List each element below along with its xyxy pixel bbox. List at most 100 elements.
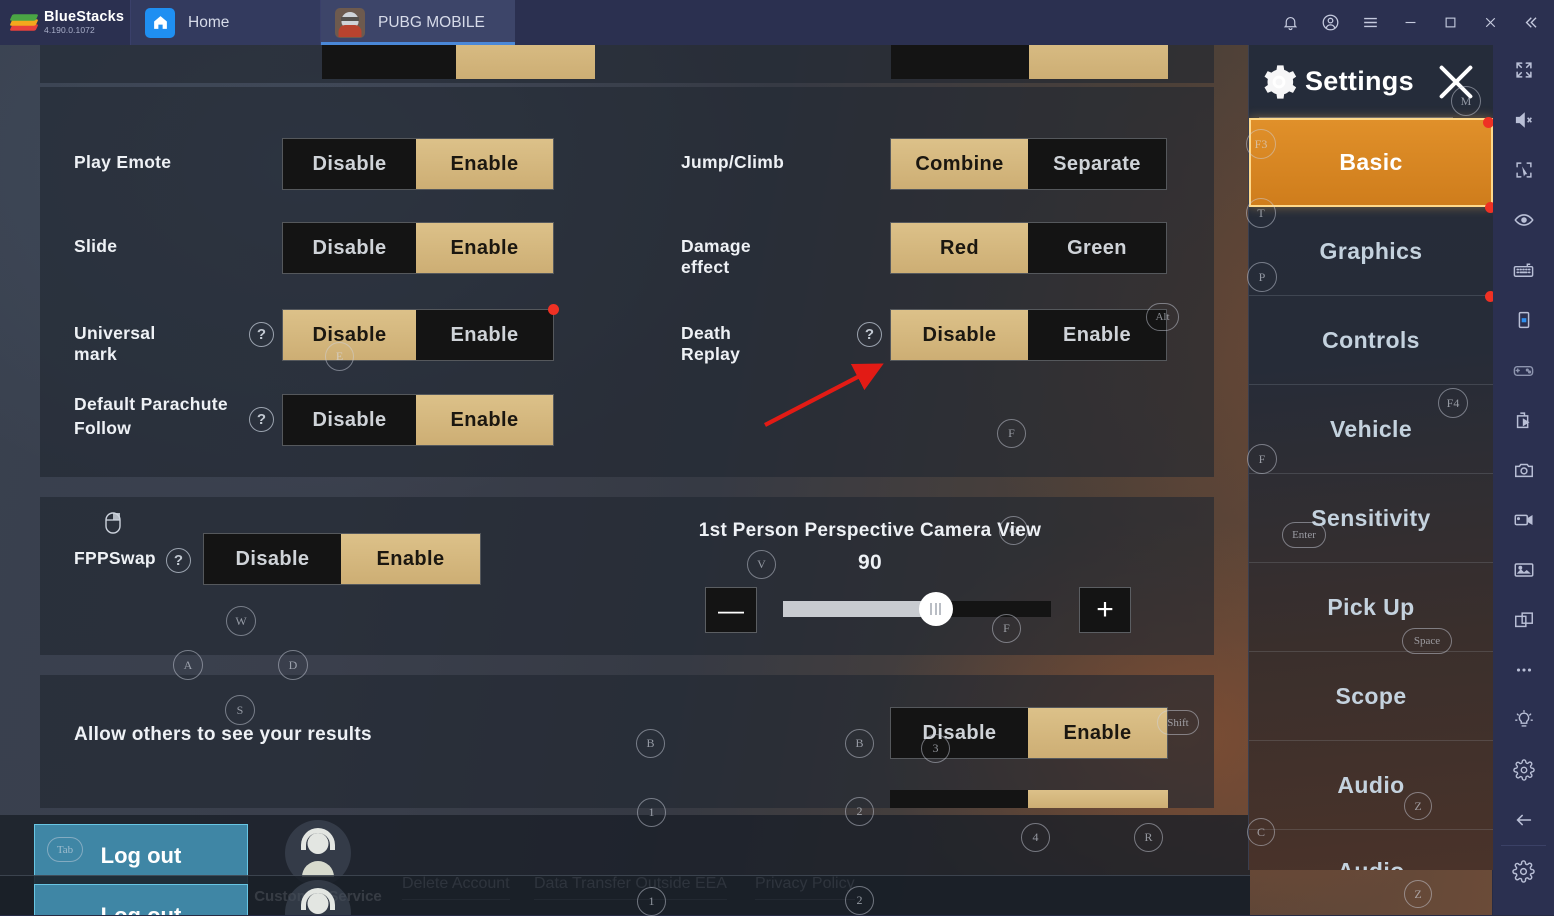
settings-menu-item-sensitivity[interactable]: Sensitivity <box>1249 474 1493 563</box>
settings-menu-item-vehicle[interactable]: Vehicle <box>1249 385 1493 474</box>
help-icon[interactable]: ? <box>857 322 882 347</box>
option-enable[interactable]: Enable <box>416 139 553 189</box>
help-icon[interactable]: ? <box>166 548 191 573</box>
bluestacks-brand: BlueStacks 4.190.0.1072 <box>0 0 130 45</box>
back-arrow-icon[interactable] <box>1493 795 1554 845</box>
screenshot-icon[interactable] <box>1493 445 1554 495</box>
settings-header: Settings <box>1249 45 1493 118</box>
option-enable[interactable]: Enable <box>416 223 553 273</box>
option-disable[interactable]: Disable <box>283 310 417 360</box>
bottom-bar-torn-duplicate: Log out <box>0 875 1250 915</box>
titlebar-spacer <box>515 0 1270 45</box>
gear-icon <box>1264 64 1297 99</box>
collapse-sidebar-button[interactable] <box>1510 0 1550 45</box>
gamepad-icon[interactable] <box>1493 345 1554 395</box>
toggle-cut-left[interactable] <box>322 45 595 79</box>
settings-menu-item-label: Scope <box>1335 682 1407 709</box>
tab-home[interactable]: Home <box>130 0 320 45</box>
settings-menu-item-scope[interactable]: Scope <box>1249 652 1493 741</box>
toggle-universal-mark[interactable]: Disable Enable <box>282 309 554 361</box>
macro-play-icon[interactable] <box>1493 395 1554 445</box>
help-icon[interactable]: ? <box>249 322 274 347</box>
maximize-button[interactable] <box>1430 0 1470 45</box>
settings-panel-top-cut <box>40 45 1214 83</box>
slider-knob[interactable] <box>918 592 953 626</box>
menu-icon[interactable] <box>1350 0 1390 45</box>
more-icon[interactable] <box>1493 645 1554 695</box>
bluestacks-logo-icon <box>9 11 39 35</box>
toggle-cut-right[interactable] <box>891 45 1168 79</box>
toggle-play-emote[interactable]: Disable Enable <box>282 138 554 190</box>
mouse-icon <box>105 512 121 534</box>
option-disable[interactable]: Disable <box>283 139 417 189</box>
option-combine[interactable]: Combine <box>891 139 1028 189</box>
multi-instance-icon[interactable] <box>1493 595 1554 645</box>
camera-decrease-button[interactable]: — <box>705 587 757 633</box>
toggle-jump-climb[interactable]: Combine Separate <box>890 138 1167 190</box>
option-enable[interactable]: Enable <box>1028 708 1167 758</box>
account-icon[interactable] <box>1310 0 1350 45</box>
tab-pubg-mobile[interactable]: PUBG MOBILE <box>320 0 515 45</box>
option-red[interactable]: Red <box>891 223 1028 273</box>
media-gallery-icon[interactable] <box>1493 545 1554 595</box>
tab-home-label: Home <box>188 13 230 31</box>
settings-menu-item-basic[interactable]: Basic <box>1249 117 1493 207</box>
row-label: FPPSwap <box>74 548 156 568</box>
row-label: Universal mark <box>74 323 156 364</box>
new-badge-dot <box>1485 202 1493 213</box>
toggle-default-parachute-follow[interactable]: Disable Enable <box>282 394 554 446</box>
keyboard-icon[interactable] <box>1493 245 1554 295</box>
toggle-damage-effect[interactable]: Red Green <box>890 222 1167 274</box>
record-video-icon[interactable] <box>1493 495 1554 545</box>
row-label: Death Replay <box>681 323 741 364</box>
cursor-select-icon[interactable] <box>1493 145 1554 195</box>
settings-menu-item-label: Sensitivity <box>1311 504 1431 531</box>
settings-gear-icon[interactable] <box>1493 745 1554 795</box>
red-arrow-annotation <box>764 363 884 427</box>
option-enable[interactable]: Enable <box>416 395 553 445</box>
option-enable[interactable]: Enable <box>1028 310 1166 360</box>
camera-increase-button[interactable]: + <box>1079 587 1131 633</box>
row-label: Jump/Climb <box>681 152 785 172</box>
camera-view-value: 90 <box>858 551 882 574</box>
toggle-fpp-swap[interactable]: Disable Enable <box>203 533 481 585</box>
fullscreen-icon[interactable] <box>1493 45 1554 95</box>
slider-fill <box>783 601 936 617</box>
settings-menu-item-audio[interactable]: Audio <box>1249 741 1493 830</box>
notifications-icon[interactable] <box>1270 0 1310 45</box>
settings-menu-item-audio-torn: Audio <box>1249 827 1493 871</box>
option-enable[interactable]: Enable <box>416 310 553 360</box>
settings-menu-item-controls[interactable]: Controls <box>1249 291 1493 385</box>
option-separate[interactable]: Separate <box>1028 139 1166 189</box>
window-controls <box>1270 0 1554 45</box>
option-enable[interactable]: Enable <box>341 534 480 584</box>
bottom-settings-gear-icon[interactable] <box>1493 846 1554 896</box>
option-disable[interactable]: Disable <box>283 395 417 445</box>
brand-version: 4.190.0.1072 <box>44 24 95 35</box>
help-icon[interactable]: ? <box>249 407 274 432</box>
tips-icon[interactable] <box>1493 695 1554 745</box>
settings-menu-item-pick-up[interactable]: Pick Up <box>1249 563 1493 652</box>
close-icon[interactable] <box>1433 59 1479 105</box>
toggle-allow-results[interactable]: Disable Enable <box>890 707 1168 759</box>
option-disable[interactable]: Disable <box>204 534 341 584</box>
customer-service-icon-torn <box>285 880 351 915</box>
toggle-allow-results-torn <box>890 790 1168 808</box>
settings-menu-item-label: Basic <box>1339 149 1403 175</box>
settings-menu-item-label: Audio <box>1337 771 1405 798</box>
minimize-button[interactable] <box>1390 0 1430 45</box>
pubg-avatar-icon <box>335 7 365 38</box>
toggle-slide[interactable]: Disable Enable <box>282 222 554 274</box>
option-green[interactable]: Green <box>1028 223 1166 273</box>
close-button[interactable] <box>1470 0 1510 45</box>
settings-menu-item-label: Vehicle <box>1329 415 1413 442</box>
mute-icon[interactable] <box>1493 95 1554 145</box>
new-badge-dot <box>1485 291 1493 302</box>
settings-menu-item-label: Graphics <box>1319 237 1423 264</box>
option-disable[interactable]: Disable <box>891 708 1028 758</box>
settings-menu-item-graphics[interactable]: Graphics <box>1249 202 1493 296</box>
option-disable[interactable]: Disable <box>283 223 417 273</box>
camera-view-slider[interactable] <box>783 592 1051 626</box>
rotate-screen-icon[interactable] <box>1493 295 1554 345</box>
eye-icon[interactable] <box>1493 195 1554 245</box>
